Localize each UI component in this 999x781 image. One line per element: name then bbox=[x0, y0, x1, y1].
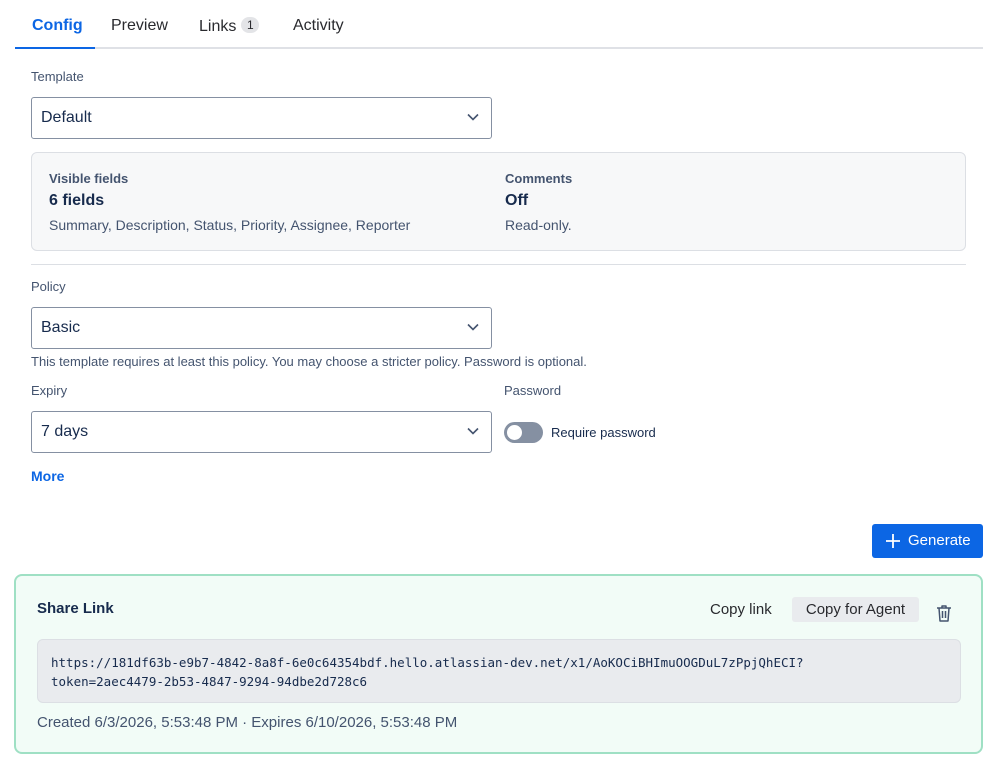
plus-icon bbox=[886, 534, 900, 548]
tab-config-label: Config bbox=[32, 17, 83, 34]
tab-activity-label: Activity bbox=[293, 17, 344, 34]
copy-link-button[interactable]: Copy link bbox=[710, 601, 772, 618]
links-count-badge: 1 bbox=[241, 17, 260, 33]
expiry-select-value: 7 days bbox=[41, 423, 89, 440]
template-label: Template bbox=[31, 69, 84, 84]
tab-preview[interactable]: Preview bbox=[111, 17, 168, 35]
policy-select-value: Basic bbox=[41, 319, 81, 336]
tab-preview-label: Preview bbox=[111, 17, 168, 34]
policy-select[interactable]: Basic bbox=[31, 307, 492, 349]
comments-value: Off bbox=[505, 192, 529, 209]
require-password-toggle[interactable] bbox=[504, 422, 543, 443]
toggle-knob bbox=[507, 425, 522, 440]
active-tab-indicator bbox=[15, 47, 95, 49]
trash-icon[interactable] bbox=[934, 603, 954, 623]
tab-config[interactable]: Config bbox=[32, 17, 83, 35]
tab-bar: Config Preview Links 1 Activity bbox=[15, 0, 983, 49]
template-select[interactable]: Default bbox=[31, 97, 492, 139]
visible-fields-heading: Visible fields bbox=[49, 171, 129, 186]
expiry-select[interactable]: 7 days bbox=[31, 411, 492, 453]
visible-fields-count: 6 fields bbox=[49, 192, 105, 209]
tab-links-label: Links bbox=[199, 18, 237, 35]
share-link-dates: Created 6/3/2026, 5:53:48 PM · Expires 6… bbox=[37, 714, 458, 731]
visible-fields-list: Summary, Description, Status, Priority, … bbox=[49, 217, 411, 233]
policy-label: Policy bbox=[31, 279, 66, 294]
comments-description: Read-only. bbox=[505, 217, 572, 233]
share-url-line-1: https://181df63b-e9b7-4842-8a8f-6e0c6435… bbox=[51, 655, 804, 670]
tab-links[interactable]: Links 1 bbox=[199, 17, 260, 36]
chevron-down-icon bbox=[467, 323, 479, 331]
tab-activity[interactable]: Activity bbox=[293, 17, 344, 35]
policy-helper-text: This template requires at least this pol… bbox=[31, 354, 587, 369]
share-url-line-2: token=2aec4479-2b53-4847-9294-94dbe2d728… bbox=[51, 674, 368, 689]
password-label: Password bbox=[504, 383, 562, 398]
chevron-down-icon bbox=[467, 427, 479, 435]
more-link[interactable]: More bbox=[31, 468, 64, 484]
share-link-title: Share Link bbox=[37, 600, 114, 617]
require-password-label[interactable]: Require password bbox=[551, 425, 656, 440]
template-summary-panel: Visible fields 6 fields Summary, Descrip… bbox=[31, 152, 966, 251]
share-url-box[interactable]: https://181df63b-e9b7-4842-8a8f-6e0c6435… bbox=[37, 639, 961, 703]
divider bbox=[31, 264, 966, 265]
generate-button-label: Generate bbox=[908, 532, 971, 549]
expiry-label: Expiry bbox=[31, 383, 68, 398]
generate-button[interactable]: Generate bbox=[872, 524, 983, 558]
template-select-value: Default bbox=[41, 109, 92, 126]
copy-for-agent-button[interactable]: Copy for Agent bbox=[792, 597, 919, 622]
chevron-down-icon bbox=[467, 113, 479, 121]
share-link-panel: Share Link Copy link Copy for Agent http… bbox=[14, 574, 983, 754]
comments-heading: Comments bbox=[505, 171, 573, 186]
